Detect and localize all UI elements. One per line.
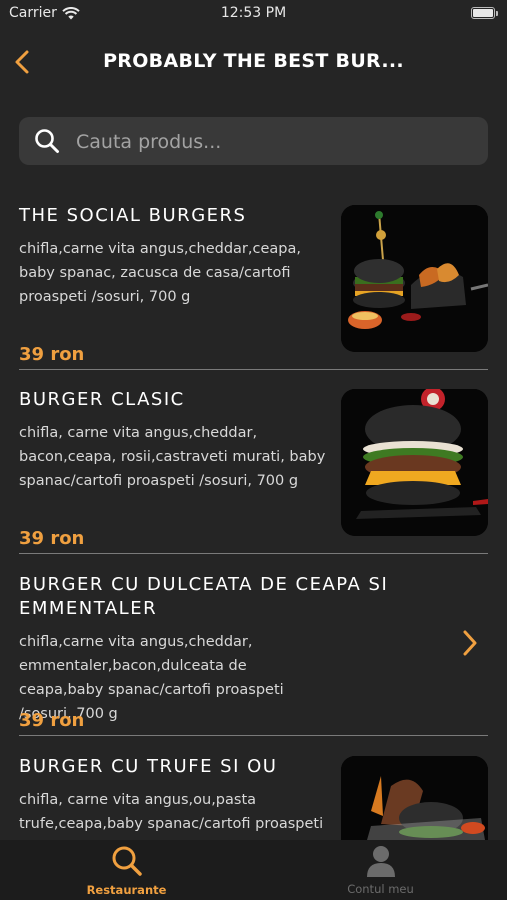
- battery-icon: [471, 7, 498, 19]
- product-name: BURGER CLASIC: [19, 389, 185, 410]
- product-description: chifla, carne vita angus,ou,pasta trufe,…: [19, 792, 324, 832]
- product-image: [341, 205, 488, 352]
- tab-label: Contul meu: [347, 882, 414, 896]
- product-image: [341, 756, 488, 840]
- status-bar: Carrier 12:53 PM: [0, 0, 507, 28]
- navigation-bar: PROBABLY THE BEST BUR...: [0, 40, 507, 84]
- divider: [19, 369, 488, 370]
- back-button[interactable]: [10, 48, 38, 76]
- user-icon: [254, 844, 507, 882]
- product-item[interactable]: BURGER CU TRUFE SI OU chifla, carne vita…: [19, 755, 488, 840]
- chevron-left-icon: [15, 50, 29, 74]
- product-price: 39 ron: [19, 344, 85, 365]
- product-description: chifla, carne vita angus,cheddar, bacon,…: [19, 425, 326, 489]
- status-time: 12:53 PM: [220, 5, 287, 21]
- tab-label: Restaurante: [86, 883, 167, 897]
- product-description: chifla,carne vita angus,cheddar,ceapa, b…: [19, 241, 301, 305]
- tab-restaurante[interactable]: Restaurante: [0, 840, 253, 900]
- divider: [19, 735, 488, 736]
- tab-bar: Restaurante Contul meu: [0, 840, 507, 900]
- product-item[interactable]: BURGER CU DULCEATA DE CEAPA SI EMMENTALE…: [19, 573, 488, 740]
- product-name: BURGER CU TRUFE SI OU: [19, 756, 278, 777]
- product-name: THE SOCIAL BURGERS: [19, 205, 247, 226]
- product-price: 39 ron: [19, 710, 85, 731]
- product-image: [341, 389, 488, 536]
- product-item[interactable]: BURGER CLASIC chifla, carne vita angus,c…: [19, 388, 488, 555]
- search-icon: [0, 844, 253, 882]
- product-list: THE SOCIAL BURGERS chifla,carne vita ang…: [0, 185, 507, 840]
- tab-contul-meu[interactable]: Contul meu: [254, 840, 507, 900]
- product-price: 39 ron: [19, 528, 85, 549]
- page-title: PROBABLY THE BEST BUR...: [103, 50, 404, 72]
- chevron-right-icon: [460, 628, 480, 662]
- product-name: BURGER CU DULCEATA DE CEAPA SI EMMENTALE…: [19, 574, 389, 619]
- divider: [19, 553, 488, 554]
- search-icon: [35, 129, 59, 153]
- product-item[interactable]: THE SOCIAL BURGERS chifla,carne vita ang…: [19, 204, 488, 371]
- search-bar[interactable]: [19, 117, 488, 167]
- search-input[interactable]: [74, 117, 478, 167]
